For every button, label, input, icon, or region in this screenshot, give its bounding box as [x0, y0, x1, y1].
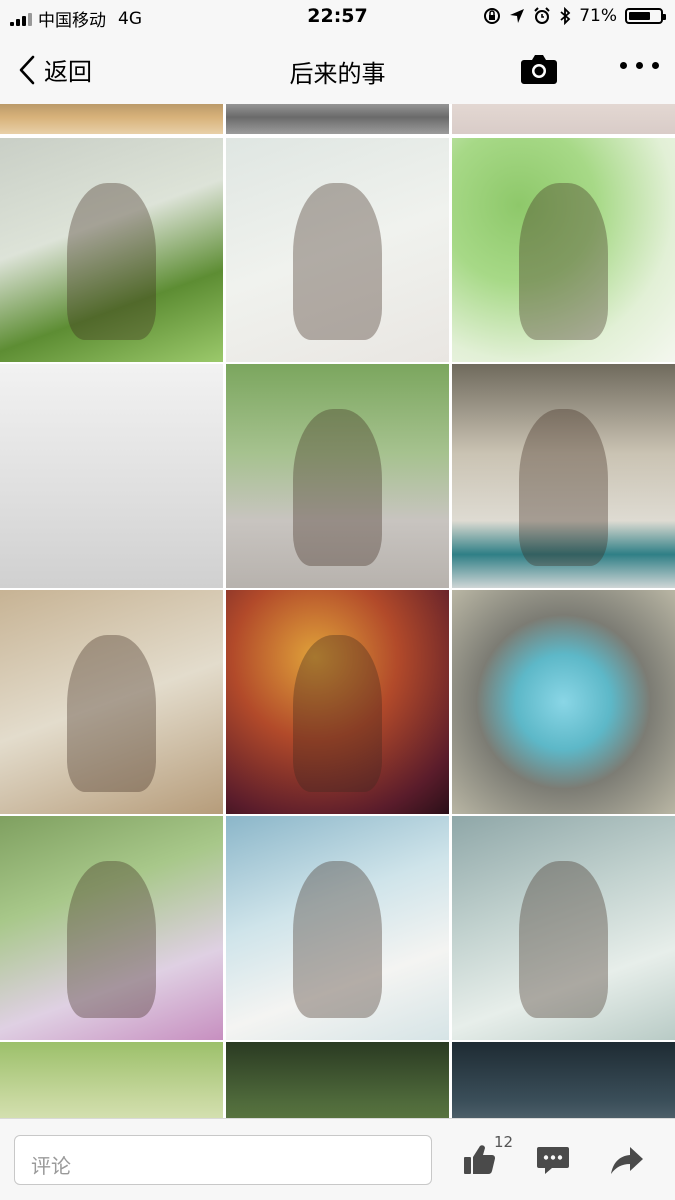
photo-subject: [66, 182, 157, 340]
page-title: 后来的事: [289, 60, 386, 88]
photo-thumbnail[interactable]: [226, 590, 449, 814]
location-icon: [510, 9, 525, 23]
photo-thumbnail[interactable]: [0, 364, 223, 588]
photo-thumbnail[interactable]: [452, 590, 675, 814]
photo-subject: [292, 860, 383, 1018]
more-dot-icon: [620, 62, 627, 69]
photo-subject: [518, 408, 609, 566]
status-bar: 中国移动 4G 22:57 71%: [0, 0, 675, 34]
more-dot-icon: [652, 62, 659, 69]
photo-thumbnail[interactable]: [226, 364, 449, 588]
photo-subject: [66, 860, 157, 1018]
battery-icon: [625, 8, 666, 24]
photo-subject: [66, 634, 157, 792]
battery-percent: 71%: [579, 6, 617, 26]
photo-thumbnail[interactable]: [0, 104, 223, 134]
photo-grid: [0, 104, 675, 1118]
photo-thumbnail[interactable]: [452, 364, 675, 588]
photo-thumbnail[interactable]: [452, 816, 675, 1040]
photo-thumbnail[interactable]: [0, 816, 223, 1040]
photo-thumbnail[interactable]: [452, 104, 675, 134]
photo-thumbnail[interactable]: [452, 138, 675, 362]
more-dot-icon: [636, 62, 643, 69]
photo-thumbnail[interactable]: [0, 1042, 223, 1118]
photo-thumbnail[interactable]: [226, 104, 449, 134]
alarm-icon: [534, 7, 550, 24]
more-options-button[interactable]: [620, 62, 659, 69]
rotation-lock-icon: [484, 8, 501, 24]
photo-subject: [292, 408, 383, 566]
photo-thumbnail[interactable]: [226, 816, 449, 1040]
bottom-bar: 12: [0, 1118, 675, 1200]
like-icon[interactable]: [462, 1143, 496, 1177]
status-right: 71%: [483, 6, 666, 26]
photo-subject: [518, 182, 609, 340]
nav-bar: 返回 后来的事: [0, 34, 675, 104]
message-icon[interactable]: [536, 1143, 570, 1177]
share-icon[interactable]: [610, 1143, 644, 1177]
photo-thumbnail[interactable]: [452, 1042, 675, 1118]
photo-subject: [518, 860, 609, 1018]
comment-input[interactable]: [14, 1135, 432, 1185]
bluetooth-icon: [560, 7, 571, 25]
photo-thumbnail[interactable]: [226, 1042, 449, 1118]
photo-thumbnail[interactable]: [0, 590, 223, 814]
photo-thumbnail[interactable]: [0, 138, 223, 362]
photo-subject: [292, 182, 383, 340]
photo-thumbnail[interactable]: [226, 138, 449, 362]
camera-icon[interactable]: [520, 52, 558, 86]
like-count: 12: [494, 1133, 514, 1151]
photo-subject: [292, 634, 383, 792]
